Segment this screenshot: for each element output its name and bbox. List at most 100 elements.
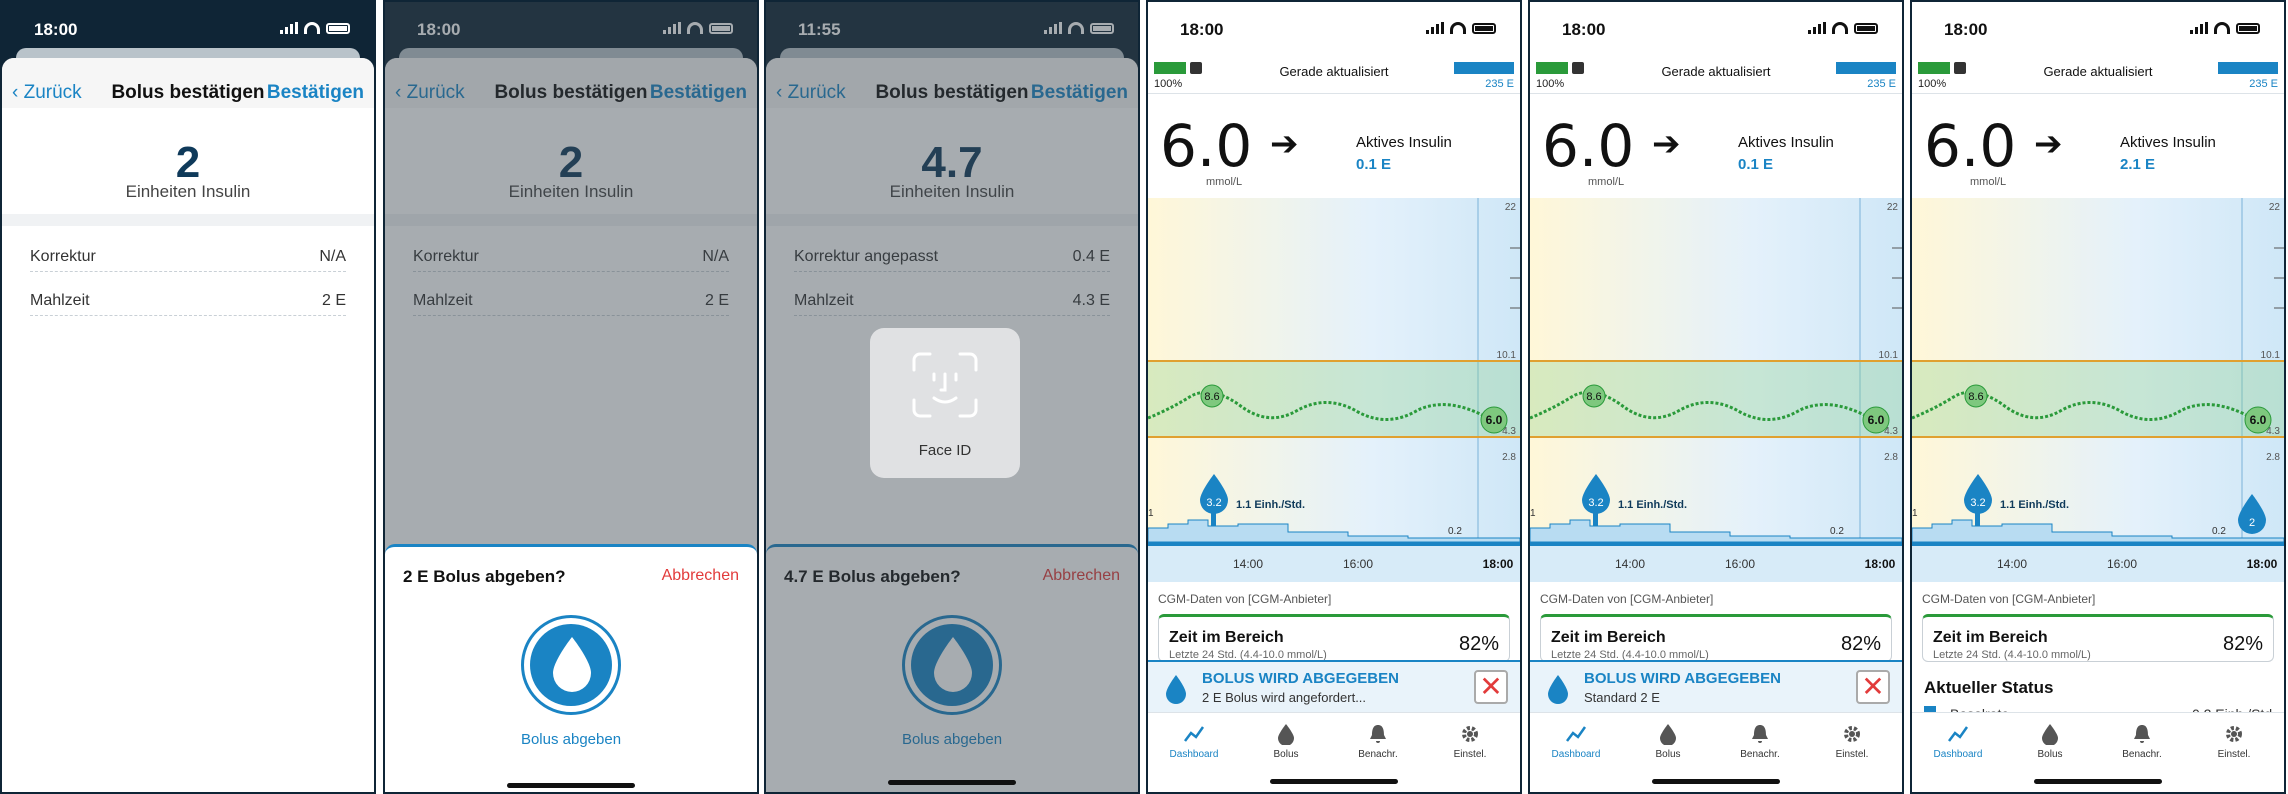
tab-dashboard[interactable]: Dashboard <box>1536 723 1616 760</box>
y-label-22: 22 <box>1505 202 1517 213</box>
home-indicator <box>2034 779 2162 784</box>
cancel-button[interactable]: Abbrechen <box>662 567 739 585</box>
tir-percent: 82% <box>1458 633 1499 655</box>
tab-bolus[interactable]: Bolus <box>1246 723 1326 760</box>
face-id-icon <box>912 352 978 418</box>
time-in-range-card[interactable]: Zeit im Bereich Letzte 24 Std. (4.4-10.0… <box>1158 614 1510 662</box>
tab-notifications[interactable]: Benachr. <box>2102 723 2182 760</box>
cgm-first-label: 8.6 <box>1968 391 1983 403</box>
tir-percent: 82% <box>1840 633 1881 655</box>
basal-end-label: 0.2 <box>1830 526 1844 537</box>
basal-start-label: 1 <box>1912 508 1918 519</box>
glucose-unit: mmol/L <box>1206 176 1243 188</box>
insulin-reservoir-text: 235 E <box>1485 78 1514 90</box>
gear-icon <box>1844 726 1860 742</box>
tir-subtitle: Letzte 24 Std. (4.4-10.0 mmol/L) <box>1933 649 2091 661</box>
active-insulin-value: 0.1 E <box>1738 156 1774 173</box>
drop-icon <box>1278 724 1294 745</box>
y-label-22: 22 <box>1887 202 1899 213</box>
x-tick-16: 16:00 <box>2107 557 2137 571</box>
glucose-unit: mmol/L <box>1588 176 1625 188</box>
bolus-drawer: 2 E Bolus abgeben? Abbrechen Bolus abgeb… <box>385 544 757 792</box>
pump-battery-text: 100% <box>1154 78 1183 90</box>
dashboard-screen: 18:00 100% Gerade aktualisiert 235 E 6.0… <box>1912 2 2284 792</box>
wifi-icon <box>2214 22 2230 34</box>
basal-area <box>1530 519 1902 543</box>
pump-status-line: 100% Gerade aktualisiert 235 E <box>1530 54 1902 94</box>
bolus-unit: Einheiten Insulin <box>125 182 251 201</box>
cgm-chart[interactable]: 22 10.1 4.3 2.8 8.6 6.0 3.2 1.1 Einh./St… <box>1148 198 1520 582</box>
x-tick-14: 14:00 <box>1615 557 1645 571</box>
phone-frame-3: 11:55 ‹ Zurück Bolus bestätigen Bestätig… <box>764 0 1140 794</box>
cgm-first-label: 8.6 <box>1586 391 1601 403</box>
wifi-icon <box>1832 22 1848 34</box>
tab-settings[interactable]: Einstel. <box>2194 723 2274 760</box>
time-in-range-card[interactable]: Zeit im Bereich Letzte 24 Std. (4.4-10.0… <box>1922 614 2274 662</box>
active-insulin-value: 0.1 E <box>1356 156 1392 173</box>
pump-battery-text: 100% <box>1536 78 1565 90</box>
bolus-banner: BOLUS WIRD ABGEGEBEN Standard 2 E ✕ <box>1530 660 1902 712</box>
drop-icon <box>553 637 591 692</box>
time-in-range-card[interactable]: Zeit im Bereich Letzte 24 Std. (4.4-10.0… <box>1540 614 1892 662</box>
cgm-last-label: 6.0 <box>1486 413 1503 427</box>
clock: 18:00 <box>34 20 78 39</box>
cgm-chart[interactable]: 22 10.1 4.3 2.8 8.6 6.0 3.2 1.1 Einh./St… <box>1912 198 2284 582</box>
dashboard-screen: 18:00 100% Gerade aktualisiert 235 E 6.0… <box>1148 2 1520 792</box>
nav-bar: ‹ Zurück Bolus bestätigen Bestätigen <box>2 58 374 108</box>
active-insulin-value: 2.1 E <box>2120 156 2156 173</box>
basal-start-label: 1 <box>1148 508 1154 519</box>
basal-rate-label: 1.1 Einh./Std. <box>2000 499 2069 511</box>
insulin-reservoir-text: 235 E <box>2249 78 2278 90</box>
bolus-confirm-sheet: ‹ Zurück Bolus bestätigen Bestätigen 2 E… <box>2 58 374 792</box>
basal-end-label: 0.2 <box>1448 526 1462 537</box>
cancel-bolus-button[interactable]: ✕ <box>1474 670 1508 704</box>
banner-subtitle: 2 E Bolus wird angefordert... <box>1202 690 1367 705</box>
tab-bar: Dashboard Bolus Benachr. Einstel. <box>1912 712 2284 792</box>
basal-end-label: 0.2 <box>2212 526 2226 537</box>
phone-frame-6: 18:00 100% Gerade aktualisiert 235 E 6.0… <box>1910 0 2286 794</box>
drop-icon <box>1548 675 1568 704</box>
clock: 18:00 <box>1180 20 1224 39</box>
tab-dashboard[interactable]: Dashboard <box>1154 723 1234 760</box>
pump-status-line: 100% Gerade aktualisiert 235 E <box>1148 54 1520 94</box>
phone-frame-4: 18:00 100% Gerade aktualisiert 235 E 6.0… <box>1146 0 1522 794</box>
current-status-heading: Aktueller Status <box>1924 678 2054 697</box>
dashboard-screen: 18:00 100% Gerade aktualisiert 235 E 6.0… <box>1530 2 1902 792</box>
tab-settings[interactable]: Einstel. <box>1430 723 1510 760</box>
trend-arrow-icon: ➔ <box>2034 125 2063 163</box>
clock: 18:00 <box>1944 20 1988 39</box>
x-tick-18: 18:00 <box>1483 557 1514 571</box>
confirm-button[interactable]: Bestätigen <box>267 82 364 104</box>
deliver-bolus-label: Bolus abgeben <box>520 731 622 748</box>
cgm-chart[interactable]: 22 10.1 4.3 2.8 8.6 6.0 3.2 1.1 Einh./St… <box>1530 198 1902 582</box>
glucose-value: 6.0 <box>1542 112 1635 180</box>
banner-subtitle: Standard 2 E <box>1584 690 1660 705</box>
home-indicator <box>507 783 635 788</box>
deliver-bolus-button[interactable] <box>521 615 621 715</box>
basal-rate-label: 1.1 Einh./Std. <box>1618 499 1687 511</box>
bolus-amount: 2 <box>175 138 201 187</box>
x-tick-18: 18:00 <box>1865 557 1896 571</box>
y-label-22: 22 <box>2269 202 2281 213</box>
tab-bolus[interactable]: Bolus <box>1628 723 1708 760</box>
tab-notifications[interactable]: Benachr. <box>1338 723 1418 760</box>
tab-notifications[interactable]: Benachr. <box>1720 723 1800 760</box>
home-indicator <box>1652 779 1780 784</box>
tab-settings[interactable]: Einstel. <box>1812 723 1892 760</box>
basal-area <box>1912 519 2284 543</box>
y-label-2: 2.8 <box>1884 452 1898 463</box>
tab-bolus[interactable]: Bolus <box>2010 723 2090 760</box>
list-item: Mahlzeit 2 E <box>30 272 346 316</box>
bolus-marker-label: 3.2 <box>1970 497 1985 509</box>
tab-bar: Dashboard Bolus Benachr. Einstel. <box>1148 712 1520 792</box>
trend-icon <box>1948 726 1969 742</box>
gear-icon <box>2226 726 2242 742</box>
new-bolus-label: 2 <box>2249 517 2255 529</box>
basal-area <box>1148 519 1520 543</box>
face-id-label: Face ID <box>918 442 972 459</box>
face-id-prompt: Face ID <box>870 328 1020 478</box>
list-item: Korrektur N/A <box>30 228 346 272</box>
insulin-reservoir-bar <box>1454 62 1514 74</box>
tab-dashboard[interactable]: Dashboard <box>1918 723 1998 760</box>
cancel-bolus-button[interactable]: ✕ <box>1856 670 1890 704</box>
